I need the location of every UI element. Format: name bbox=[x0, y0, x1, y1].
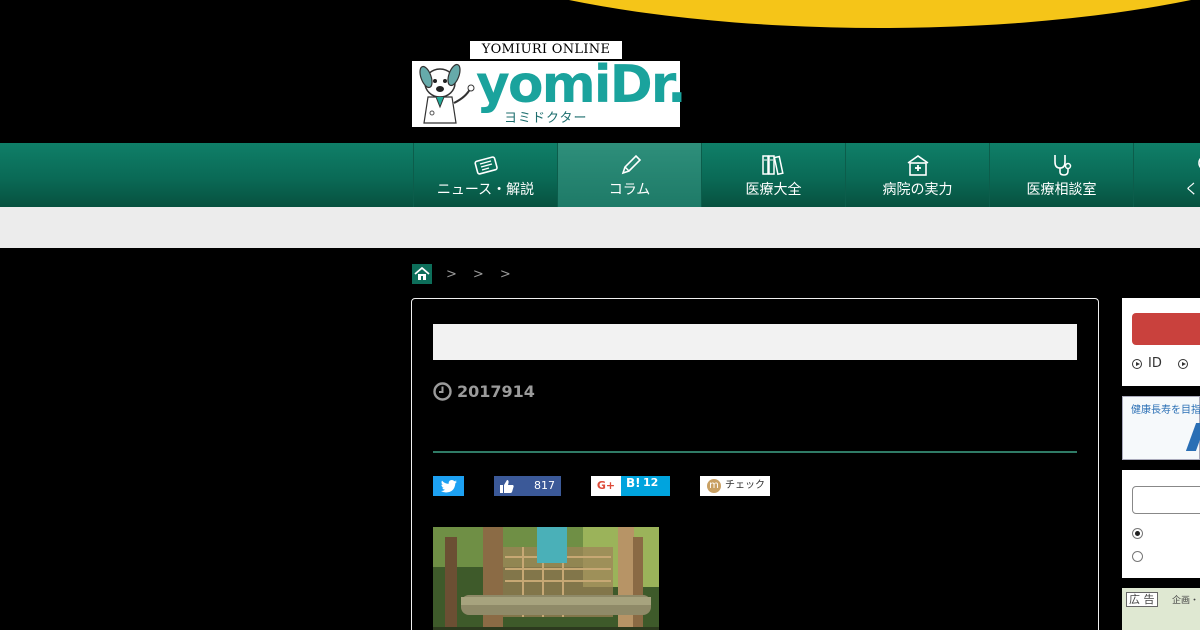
arrow-circle-icon bbox=[1177, 358, 1188, 369]
circle-icon bbox=[1197, 157, 1200, 169]
facebook-like-count: 817 bbox=[534, 479, 555, 492]
facebook-like-button[interactable]: 817 bbox=[494, 476, 561, 496]
doctor-dog-icon bbox=[419, 63, 475, 124]
hatena-count: 12 bbox=[643, 476, 659, 489]
breadcrumb-separator: > bbox=[499, 266, 511, 282]
clock-icon bbox=[433, 381, 452, 401]
mixi-label: チェック bbox=[725, 480, 765, 491]
nav-label-hospital: 病院の実力 bbox=[882, 182, 953, 198]
page: YOMIURI ONLINE yomiDr. ヨミドクター ニュース・解説 コラ… bbox=[0, 0, 1200, 630]
article-date-row: 2017914 bbox=[433, 381, 535, 401]
nav-item-hospital[interactable]: 病院の実力 bbox=[845, 143, 989, 207]
banner-logo-mark bbox=[1185, 423, 1200, 451]
nav-label-column: コラム bbox=[608, 182, 651, 198]
mixi-check-button[interactable]: m チェック bbox=[700, 476, 770, 496]
banner-text: 健康長寿を目指 bbox=[1131, 405, 1200, 416]
login-button[interactable] bbox=[1132, 313, 1200, 345]
top-decorative-arc bbox=[380, 0, 1200, 28]
nav-item-living[interactable]: くらし bbox=[1133, 143, 1200, 207]
stethoscope-icon bbox=[1053, 155, 1071, 176]
article-card: 2017914 817 G+ B! 12 m チェック bbox=[411, 298, 1099, 630]
hospital-icon bbox=[907, 155, 928, 176]
breadcrumb-separator: > bbox=[472, 266, 484, 282]
logo-box: yomiDr. ヨミドクター bbox=[412, 55, 687, 127]
ad-label: 広 告 bbox=[1126, 592, 1158, 607]
twitter-icon bbox=[440, 479, 457, 492]
nav-item-encyclopedia[interactable]: 医療大全 bbox=[701, 143, 845, 207]
article-date: 2017914 bbox=[457, 381, 535, 401]
breadcrumb: > > > bbox=[412, 264, 513, 284]
breadcrumb-separator: > bbox=[446, 266, 457, 282]
search-scope-radio[interactable] bbox=[1132, 551, 1143, 562]
home-icon[interactable] bbox=[412, 264, 432, 284]
site-logo[interactable]: YOMIURI ONLINE yomiDr. ヨミドクター bbox=[412, 41, 687, 127]
twitter-share-button[interactable] bbox=[433, 476, 464, 496]
article-photo[interactable] bbox=[433, 527, 659, 630]
hatena-label: B! bbox=[626, 476, 641, 490]
sidebar-banner[interactable]: 健康長寿を目指 bbox=[1122, 396, 1200, 460]
nav-label-news: ニュース・解説 bbox=[436, 182, 535, 198]
books-icon bbox=[761, 155, 784, 176]
nav-label-living: くらし bbox=[1184, 182, 1200, 198]
nav-item-column[interactable]: コラム bbox=[557, 143, 701, 207]
login-id-link[interactable]: ID bbox=[1132, 356, 1194, 371]
article-divider bbox=[433, 451, 1077, 453]
sidebar-login-box: ID bbox=[1122, 298, 1200, 386]
nav-label-encyclopedia: 医療大全 bbox=[745, 182, 802, 198]
hatena-bookmark-button[interactable]: B! 12 bbox=[621, 476, 670, 496]
mixi-icon: m bbox=[707, 479, 721, 493]
logo-kana: ヨミドクター bbox=[504, 111, 588, 126]
global-nav: ニュース・解説 コラム 医療大全 病院の実力 医療相談室 く bbox=[0, 143, 1200, 207]
search-input[interactable] bbox=[1132, 486, 1200, 514]
login-id-label: ID bbox=[1148, 356, 1162, 371]
newspaper-icon bbox=[473, 156, 498, 175]
search-scope-radio-selected[interactable] bbox=[1132, 528, 1143, 539]
arrow-circle-icon bbox=[1132, 358, 1142, 369]
pencil-icon bbox=[621, 154, 641, 175]
article-title-bar bbox=[433, 324, 1077, 360]
sidebar-ad[interactable]: 広 告 企画・ bbox=[1122, 588, 1200, 630]
logo-wordmark: yomiDr. bbox=[476, 55, 687, 115]
nav-label-consultation: 医療相談室 bbox=[1026, 182, 1097, 198]
nav-item-consultation[interactable]: 医療相談室 bbox=[989, 143, 1133, 207]
nav-item-news[interactable]: ニュース・解説 bbox=[413, 143, 557, 207]
thumbs-up-icon bbox=[500, 480, 514, 493]
ad-sub-label: 企画・ bbox=[1172, 596, 1200, 606]
google-plus-button[interactable]: G+ bbox=[591, 476, 621, 496]
sub-nav-strip bbox=[0, 207, 1200, 248]
sidebar-search-box bbox=[1122, 470, 1200, 578]
